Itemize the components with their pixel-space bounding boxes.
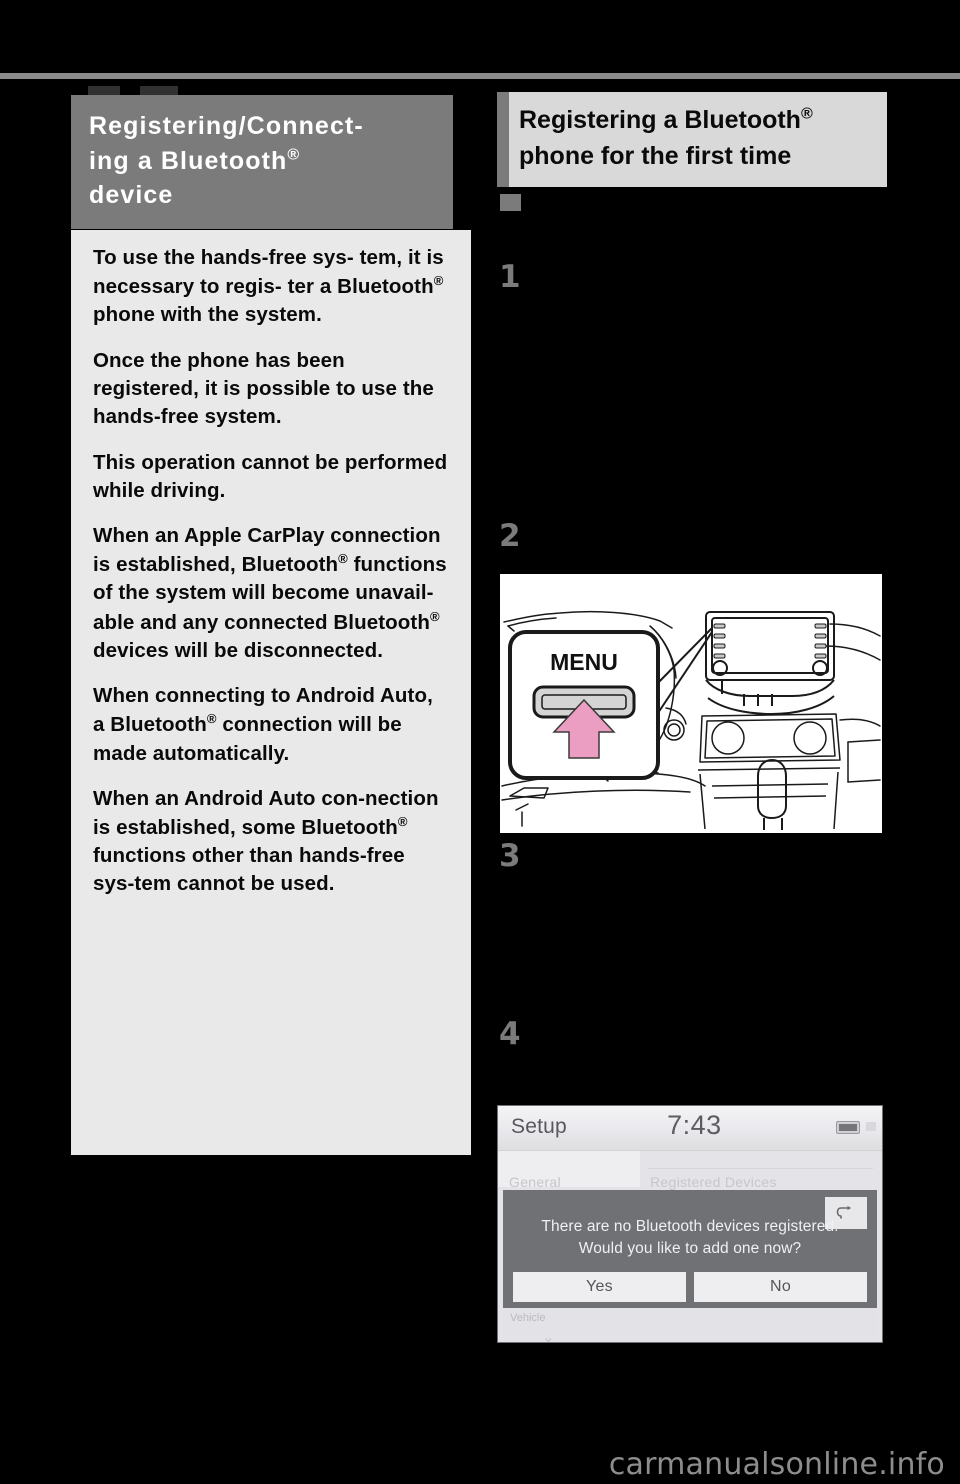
right-header-line1: Registering a Bluetooth <box>519 106 801 134</box>
registered-trademark-symbol: ® <box>338 551 348 567</box>
note-paragraph-6: When an Android Auto con-nection is esta… <box>93 785 449 899</box>
confirmation-dialog: There are no Bluetooth devices registere… <box>503 1190 877 1308</box>
sd-card-icon <box>836 1121 860 1134</box>
note-p6-seg2: functions other than hands-free sys-tem … <box>93 844 405 896</box>
dialog-button-row: Yes No <box>513 1272 867 1302</box>
screen-title-bar: Setup 7:43 <box>498 1106 882 1151</box>
site-watermark: carmanualsonline.info <box>608 1447 945 1482</box>
dialog-message-line1: There are no Bluetooth devices registere… <box>541 1218 839 1235</box>
registered-trademark-symbol: ® <box>397 814 408 830</box>
chevron-down-icon: ⌄ <box>542 1329 555 1343</box>
registered-trademark-symbol: ® <box>800 105 813 123</box>
section-square-bullet-icon <box>500 194 521 211</box>
note-p1-seg1: To use the hands-free sys- <box>93 246 354 269</box>
note-paragraph-4: When an Apple CarPlay connection is esta… <box>93 522 449 665</box>
note-p1-seg3: ter a Bluetooth <box>287 275 434 299</box>
right-header-line2: phone for the first time <box>519 141 792 170</box>
dialog-message-line2: Would you like to add one now? <box>578 1240 802 1258</box>
step-number-3: 3 <box>499 838 521 874</box>
dialog-yes-button[interactable]: Yes <box>513 1272 686 1302</box>
ghost-divider <box>648 1168 873 1169</box>
left-header-line2: ing a Bluetooth <box>89 146 288 175</box>
registered-trademark-symbol: ® <box>433 273 444 289</box>
left-section-header: Registering/Connect- ing a Bluetooth® de… <box>71 95 453 229</box>
dashboard-illustration: MENU <box>497 571 885 836</box>
note-paragraph-3: This operation cannot be performed while… <box>93 450 448 502</box>
left-header-line3: device <box>89 181 174 209</box>
note-paragraph-2: Once the phone has been registered, it i… <box>93 348 434 429</box>
ghost-tab-registered-label: Registered Devices <box>650 1174 777 1190</box>
right-section-header: Registering a Bluetooth® phone for the f… <box>497 92 887 187</box>
registered-trademark-symbol: ® <box>206 711 217 727</box>
step-number-1: 1 <box>499 259 521 295</box>
dashboard-line-art: MENU <box>501 610 881 830</box>
status-icon-secondary <box>866 1122 876 1131</box>
registered-trademark-symbol: ® <box>429 608 440 624</box>
ghost-content-area <box>503 1308 877 1340</box>
dialog-no-button[interactable]: No <box>694 1272 867 1302</box>
top-divider-rule <box>0 73 960 79</box>
note-paragraph-1: To use the hands-free sys- tem, it is ne… <box>93 244 449 330</box>
manual-page: Registering/Connect- ing a Bluetooth® de… <box>0 0 960 1484</box>
note-p6-seg1: When an Android Auto con-nection is esta… <box>93 786 439 839</box>
ghost-tab-general-label: General <box>509 1174 561 1190</box>
setup-screen-screenshot: Setup 7:43 General Registered Devices Th… <box>497 1105 883 1343</box>
left-header-line1: Registering/Connect- <box>89 112 364 140</box>
note-p1-seg4: phone with the system. <box>93 303 322 327</box>
ghost-glyph <box>522 1326 523 1341</box>
screen-title: Setup <box>511 1115 567 1138</box>
left-column: Registering/Connect- ing a Bluetooth® de… <box>71 95 471 229</box>
registered-trademark-symbol: ® <box>287 146 300 164</box>
right-column: Registering a Bluetooth® phone for the f… <box>497 92 889 187</box>
menu-callout-label: MENU <box>550 649 618 675</box>
step-number-4: 4 <box>499 1016 521 1052</box>
screen-clock: 7:43 <box>667 1110 722 1140</box>
note-p4-seg3: devices will be disconnected. <box>93 638 383 662</box>
ghost-footer-hint: Vehicle <box>510 1312 546 1324</box>
left-note-box: To use the hands-free sys- tem, it is ne… <box>71 230 471 1155</box>
top-ghost-mark-gap <box>120 86 140 95</box>
dialog-message: There are no Bluetooth devices registere… <box>503 1216 877 1261</box>
note-paragraph-5: When connecting to Android Auto, a Bluet… <box>93 682 449 768</box>
step-number-2: 2 <box>499 518 521 554</box>
